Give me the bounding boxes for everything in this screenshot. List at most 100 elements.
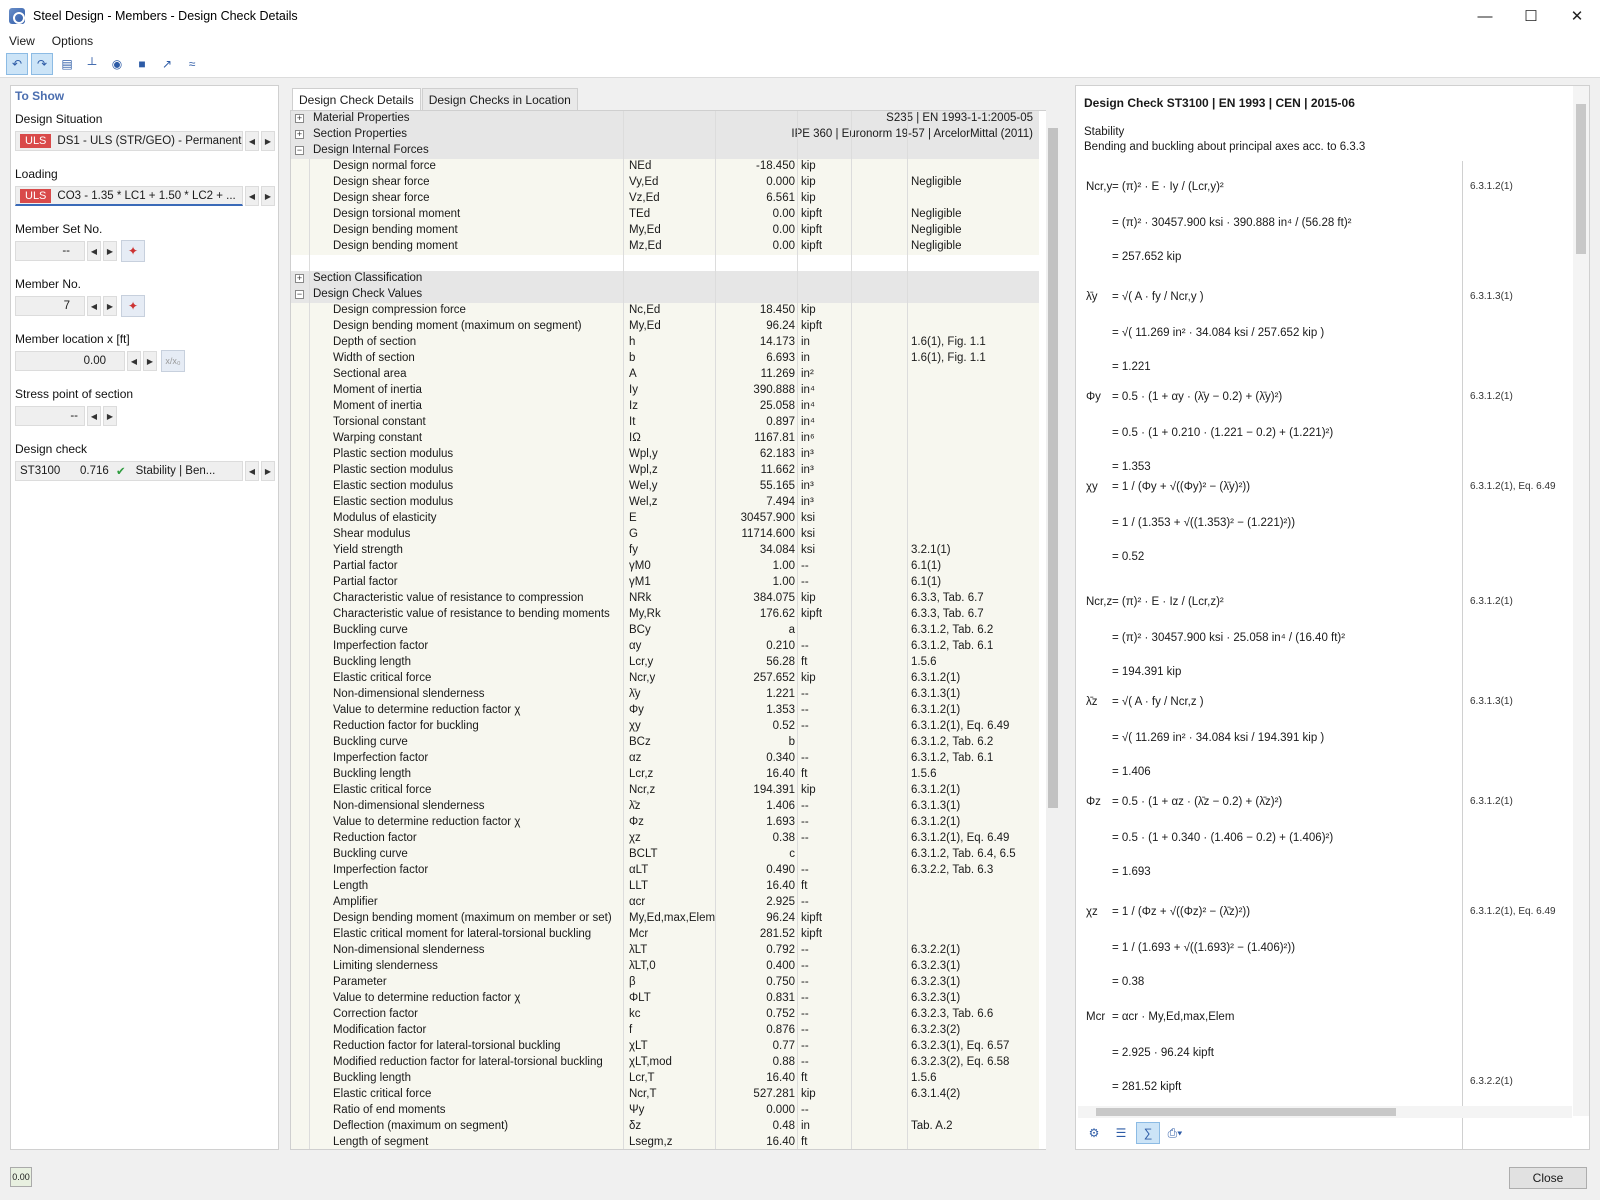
next-stress-point-button[interactable]: ▶ (103, 406, 117, 426)
equation-reference: 6.3.1.2(1) (1470, 796, 1513, 807)
equation-result: = 1.221 (1112, 361, 1151, 373)
row-symbol: LLT (629, 880, 648, 892)
prev-situation-button[interactable]: ◀ (245, 131, 259, 151)
row-symbol: Ncr,y (629, 672, 655, 684)
row-symbol: λ̄LT (629, 944, 647, 956)
print-icon[interactable]: ⎙▾ (1163, 1122, 1187, 1144)
row-name: Reduction factor for buckling (333, 720, 479, 732)
pick-member-icon[interactable]: ✦ (121, 295, 145, 317)
number-format-icon[interactable]: 0.00 (10, 1167, 32, 1187)
row-value: 1167.81 (719, 432, 795, 444)
row-unit: kip (801, 592, 816, 604)
info-sphere-icon[interactable]: ◉ (106, 53, 128, 75)
expand-icon[interactable]: + (295, 114, 304, 123)
table-row: Buckling curveBCya6.3.1.2, Tab. 6.2 (291, 623, 1039, 639)
row-symbol: Mcr (629, 928, 648, 940)
prev-member-button[interactable]: ◀ (87, 296, 101, 316)
details-scrollbar[interactable] (1046, 110, 1060, 1150)
design-situation-select[interactable]: ULS DS1 - ULS (STR/GEO) - Permanent ... (15, 131, 243, 151)
member-no-select[interactable]: 7 (15, 296, 85, 316)
row-unit: -- (801, 832, 809, 844)
stress-point-select[interactable]: -- (15, 406, 85, 426)
loading-select[interactable]: ULS CO3 - 1.35 * LC1 + 1.50 * LC2 + ... (15, 186, 243, 206)
row-symbol: Ncr,T (629, 1088, 656, 1100)
group-row[interactable]: +Section Classification (291, 271, 1039, 287)
select-previous-icon[interactable]: ↶ (6, 53, 28, 75)
result-diagram-icon[interactable]: ≈ (181, 53, 203, 75)
next-member-set-button[interactable]: ▶ (103, 241, 117, 261)
minimize-button[interactable]: — (1462, 0, 1508, 32)
row-symbol: It (629, 416, 635, 428)
row-name: Non-dimensional slenderness (333, 688, 485, 700)
relative-location-icon[interactable]: x/x₀ (161, 350, 185, 372)
next-situation-button[interactable]: ▶ (261, 131, 275, 151)
table-row: Imperfection factorαLT0.490--6.3.2.2, Ta… (291, 863, 1039, 879)
formula-icon[interactable]: ∑ (1136, 1122, 1160, 1144)
row-unit: ft (801, 1072, 807, 1084)
select-next-icon[interactable]: ↷ (31, 53, 53, 75)
row-name: Plastic section modulus (333, 448, 453, 460)
row-value: 62.183 (719, 448, 795, 460)
prev-member-set-button[interactable]: ◀ (87, 241, 101, 261)
row-symbol: NRk (629, 592, 651, 604)
prev-loading-button[interactable]: ◀ (245, 186, 259, 206)
tab-design-checks-in-location[interactable]: Design Checks in Location (422, 88, 578, 110)
row-value: 11714.600 (719, 528, 795, 540)
row-reference: 1.5.6 (911, 1072, 937, 1084)
formula-vscroll-thumb[interactable] (1576, 104, 1586, 254)
equation-line: = 1 / (1.353 + √((1.353)² − (1.221)²)) (1112, 517, 1295, 529)
group-row[interactable]: +Section PropertiesIPE 360 | Euronorm 19… (291, 127, 1039, 143)
member-icon[interactable]: ┴ (81, 53, 103, 75)
equation-line: = (π)² · 30457.900 ksi · 25.058 in⁴ / (1… (1112, 632, 1345, 644)
row-unit: kipft (801, 208, 822, 220)
table-row: Value to determine reduction factor χΦLT… (291, 991, 1039, 1007)
close-window-button[interactable]: ✕ (1554, 0, 1600, 32)
equation-lhs: λ̄y (1086, 291, 1098, 303)
menu-view[interactable]: View (0, 34, 43, 48)
scrollbar-thumb[interactable] (1048, 128, 1058, 808)
display-settings-icon[interactable]: ⚙ (1082, 1122, 1106, 1144)
table-row: Partial factorγM11.00--6.1(1) (291, 575, 1039, 591)
row-name: Imperfection factor (333, 640, 428, 652)
prev-stress-point-button[interactable]: ◀ (87, 406, 101, 426)
section-info-icon[interactable]: ■ (131, 53, 153, 75)
row-name: Elastic section modulus (333, 496, 453, 508)
next-member-button[interactable]: ▶ (103, 296, 117, 316)
group-name: Material Properties (313, 112, 410, 124)
equation-line: = (π)² · E · Iz / (Lcr,z)² (1112, 596, 1224, 608)
table-row: Moment of inertiaIz25.058in⁴ (291, 399, 1039, 415)
expand-icon[interactable]: + (295, 130, 304, 139)
next-check-button[interactable]: ▶ (261, 461, 275, 481)
tab-design-check-details[interactable]: Design Check Details (292, 88, 421, 110)
row-unit: in³ (801, 464, 814, 476)
collapse-icon[interactable]: − (295, 146, 304, 155)
list-icon[interactable]: ☰ (1109, 1122, 1133, 1144)
prev-check-button[interactable]: ◀ (245, 461, 259, 481)
maximize-button[interactable]: ☐ (1508, 0, 1554, 32)
next-location-button[interactable]: ▶ (143, 351, 157, 371)
design-check-select[interactable]: ST3100 0.716 ✔ Stability | Ben... (15, 461, 243, 481)
group-row[interactable]: +Material PropertiesS235 | EN 1993-1-1:2… (291, 111, 1039, 127)
location-select[interactable]: 0.00 (15, 351, 125, 371)
next-loading-button[interactable]: ▶ (261, 186, 275, 206)
table-row: Characteristic value of resistance to co… (291, 591, 1039, 607)
menu-options[interactable]: Options (43, 34, 101, 48)
row-symbol: BCy (629, 624, 651, 636)
diagram-icon[interactable]: ↗ (156, 53, 178, 75)
row-unit: ksi (801, 528, 815, 540)
row-reference: 6.3.2.3(1) (911, 992, 960, 1004)
row-reference: 1.5.6 (911, 768, 937, 780)
row-symbol: λ̄z (629, 800, 641, 812)
member-set-select[interactable]: -- (15, 241, 85, 261)
table-row: Design bending momentMz,Ed0.00kipftNegli… (291, 239, 1039, 255)
group-row[interactable]: −Design Internal Forces (291, 143, 1039, 159)
table-icon[interactable]: ▤ (56, 53, 78, 75)
collapse-icon[interactable]: − (295, 290, 304, 299)
group-row[interactable]: −Design Check Values (291, 287, 1039, 303)
expand-icon[interactable]: + (295, 274, 304, 283)
close-button[interactable]: Close (1509, 1167, 1587, 1189)
prev-location-button[interactable]: ◀ (127, 351, 141, 371)
pick-member-set-icon[interactable]: ✦ (121, 240, 145, 262)
formula-hscroll-thumb[interactable] (1096, 1108, 1396, 1116)
row-name: Ratio of end moments (333, 1104, 446, 1116)
